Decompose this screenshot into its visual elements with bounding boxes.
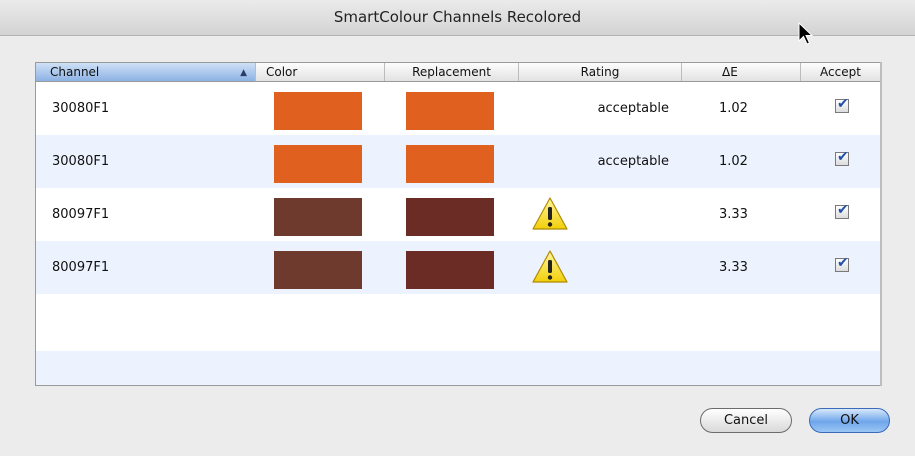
rating-cell: acceptable	[597, 101, 669, 116]
accept-checkbox[interactable]: ✔	[835, 149, 849, 166]
channel-cell: 30080F1	[52, 101, 110, 116]
checkmark-icon: ✔	[837, 255, 849, 271]
column-header-label: Channel	[50, 65, 100, 79]
warning-triangle-icon	[532, 250, 568, 283]
delta-e-cell: 3.33	[719, 207, 748, 222]
column-header-label: ΔE	[722, 65, 738, 79]
mouse-pointer-icon	[798, 22, 814, 45]
table-row[interactable]: 80097F1 3.33 ✔	[36, 188, 880, 241]
column-header-label: Rating	[580, 65, 620, 79]
delta-e-cell: 3.33	[719, 260, 748, 275]
color-swatch	[274, 145, 362, 183]
replacement-swatch	[406, 145, 494, 183]
ok-button[interactable]: OK	[809, 408, 890, 433]
replacement-swatch	[406, 92, 494, 130]
column-header-rating[interactable]: Rating	[519, 63, 682, 81]
title-bar[interactable]: SmartColour Channels Recolored	[0, 0, 915, 36]
window-title: SmartColour Channels Recolored	[333, 8, 582, 26]
column-header-label: Accept	[820, 65, 861, 79]
color-swatch	[274, 92, 362, 130]
sort-ascending-icon: ▲	[240, 68, 247, 78]
table-row[interactable]: 30080F1 acceptable 1.02 ✔	[36, 135, 880, 188]
channel-cell: 30080F1	[52, 154, 110, 169]
warning-triangle-icon	[532, 197, 568, 230]
accept-checkbox[interactable]: ✔	[835, 96, 849, 113]
column-header-label: Color	[266, 65, 298, 79]
accept-checkbox[interactable]: ✔	[835, 202, 849, 219]
rating-cell: acceptable	[597, 154, 669, 169]
delta-e-cell: 1.02	[719, 154, 748, 169]
dialog-window: SmartColour Channels Recolored Channel ▲…	[0, 0, 915, 456]
table-header: Channel ▲ Color Replacement Rating ΔE Ac…	[36, 63, 880, 82]
checkmark-icon: ✔	[837, 202, 849, 218]
replacement-swatch	[406, 251, 494, 289]
color-swatch	[274, 198, 362, 236]
column-header-replacement[interactable]: Replacement	[385, 63, 519, 81]
replacement-swatch	[406, 198, 494, 236]
column-header-color[interactable]: Color	[256, 63, 385, 81]
column-header-accept[interactable]: Accept	[801, 63, 880, 81]
column-header-label: Replacement	[412, 65, 491, 79]
vertical-scrollbar[interactable]	[880, 62, 882, 386]
delta-e-cell: 1.02	[719, 101, 748, 116]
channels-table: Channel ▲ Color Replacement Rating ΔE Ac…	[35, 62, 881, 386]
color-swatch	[274, 251, 362, 289]
accept-checkbox[interactable]: ✔	[835, 255, 849, 272]
accept-checkbox-cell: ✔	[835, 255, 849, 311]
channel-cell: 80097F1	[52, 207, 110, 222]
checkmark-icon: ✔	[837, 149, 849, 165]
empty-row	[36, 351, 880, 385]
checkmark-icon: ✔	[837, 96, 849, 112]
table-row[interactable]: 30080F1 acceptable 1.02 ✔	[36, 82, 880, 135]
channel-cell: 80097F1	[52, 260, 110, 275]
column-header-delta-e[interactable]: ΔE	[682, 63, 801, 81]
table-row[interactable]: 80097F1 3.33 ✔	[36, 241, 880, 294]
cancel-button[interactable]: Cancel	[700, 408, 792, 433]
column-header-channel[interactable]: Channel ▲	[36, 63, 256, 81]
